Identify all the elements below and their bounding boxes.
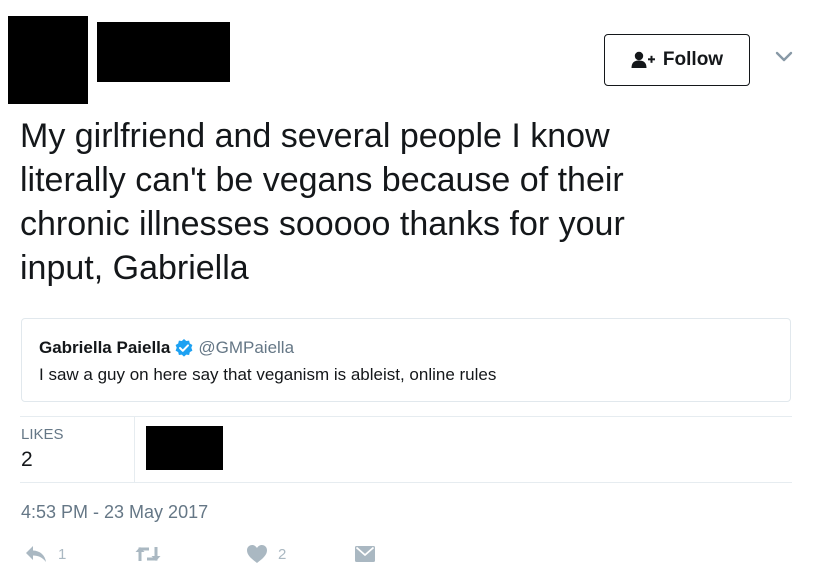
tweet-text: My girlfriend and several people I know … [20,117,625,287]
avatar-redacted[interactable] [8,16,88,104]
tweet-timestamp[interactable]: 4:53 PM - 23 May 2017 [21,502,208,523]
heart-icon [246,544,268,564]
add-user-icon [631,51,655,69]
retweet-icon [134,544,162,564]
reply-count: 1 [58,545,67,563]
reply-button[interactable]: 1 [24,544,66,564]
retweet-button[interactable] [134,544,162,564]
quoted-tweet-card[interactable]: Gabriella Paiella @GMPaiella I saw a guy… [21,318,791,402]
direct-message-button[interactable] [354,544,376,564]
like-count: 2 [278,545,287,563]
divider [20,482,792,483]
quoted-tweet-handle: @GMPaiella [198,338,295,357]
liker-avatars-redacted[interactable] [146,426,223,470]
likes-label: LIKES [21,426,64,443]
quoted-tweet-name: Gabriella Paiella [39,338,171,357]
quoted-tweet-text: I saw a guy on here say that veganism is… [39,365,497,384]
divider [134,417,135,482]
follow-label: Follow [662,49,724,70]
follow-button[interactable]: Follow [604,34,750,86]
user-name-redacted[interactable] [97,22,230,82]
direct-message-icon [354,544,376,564]
verified-badge-icon [170,338,198,358]
divider [20,416,792,417]
chevron-down-icon[interactable] [775,50,793,62]
reply-icon [24,544,48,564]
likes-count[interactable]: 2 [21,448,33,472]
like-button[interactable]: 2 [246,544,286,564]
